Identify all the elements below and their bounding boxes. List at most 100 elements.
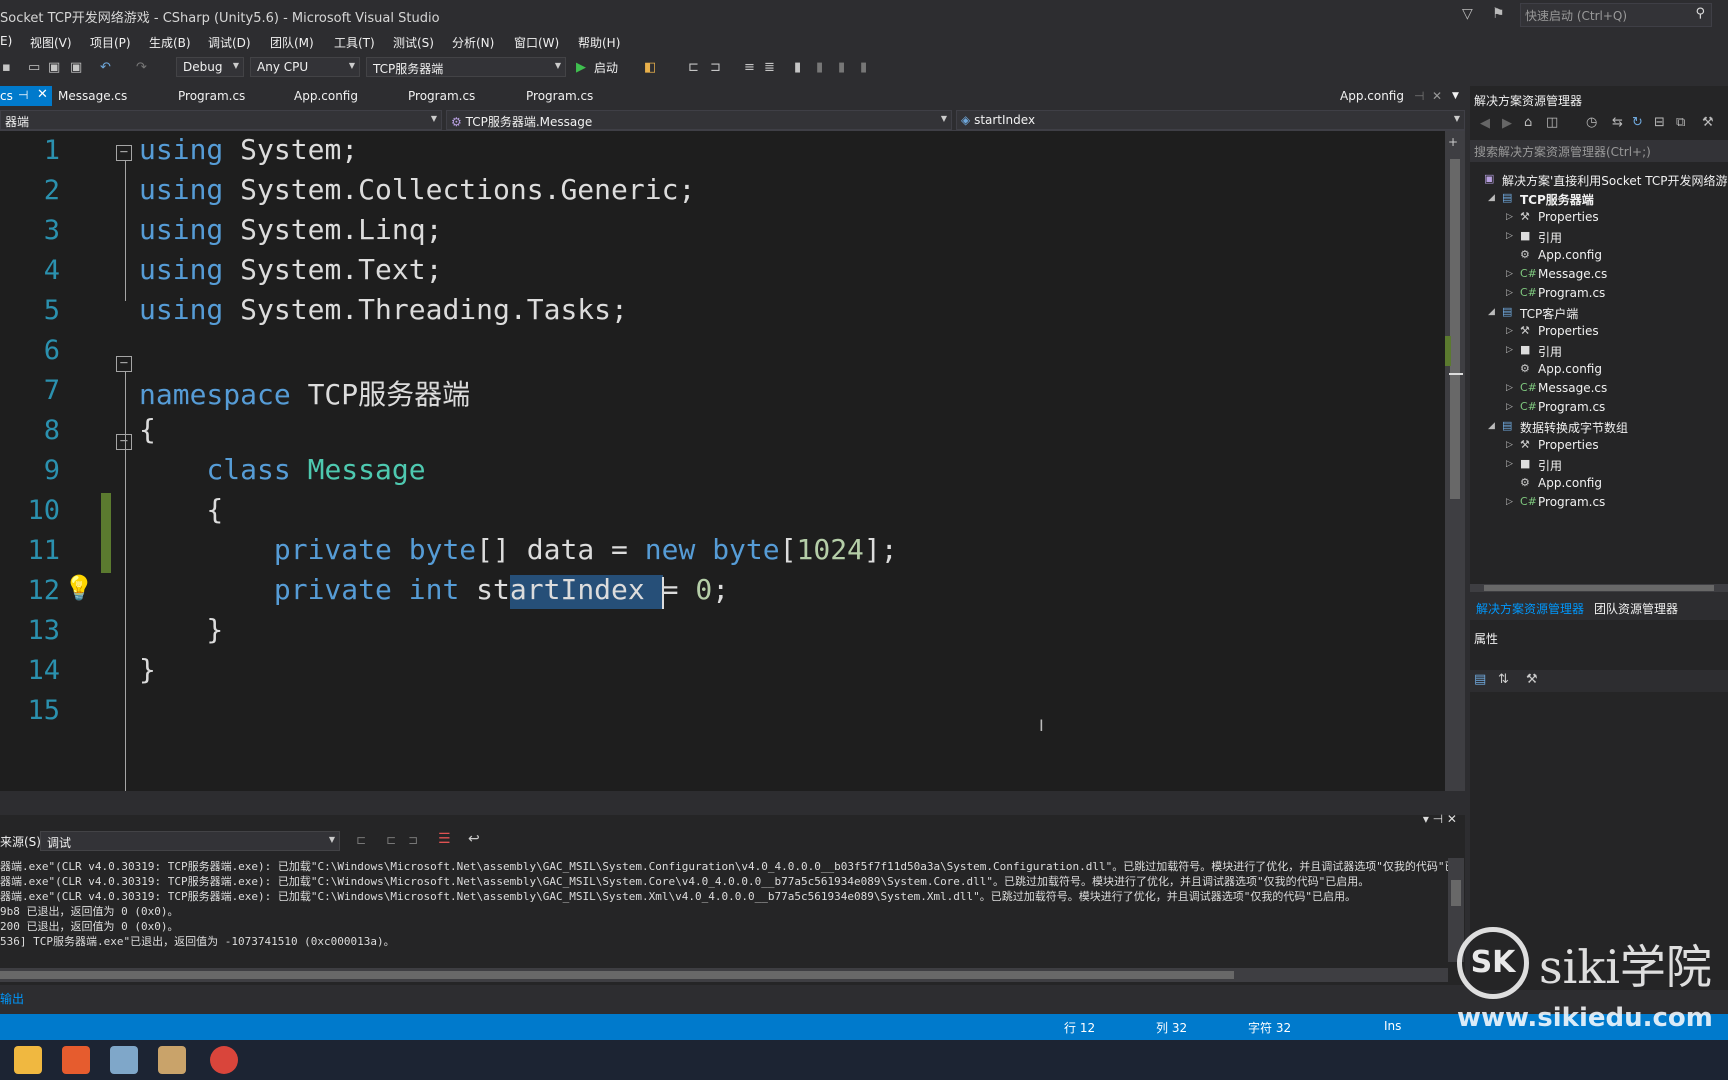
menu-team[interactable]: 团队(M)	[270, 34, 314, 51]
tree-item[interactable]: ▷ C# Program.cs	[1470, 493, 1728, 512]
switch-views-icon[interactable]: ◫	[1546, 115, 1558, 130]
open-file-icon[interactable]: ▭	[28, 60, 40, 75]
code-line[interactable]: {	[139, 493, 223, 526]
tree-item[interactable]: ▷ ■ 引用	[1470, 455, 1728, 474]
tab-program-cs-3[interactable]: Program.cs	[526, 89, 593, 103]
close-icon[interactable]: ✕	[1432, 89, 1442, 103]
categorized-icon[interactable]: ▤	[1474, 672, 1486, 687]
scrollbar-thumb[interactable]	[1484, 585, 1714, 591]
step-icon[interactable]: ⊏	[688, 60, 699, 75]
prev-bookmark-icon[interactable]: ▮	[816, 60, 823, 75]
code-line[interactable]: }	[139, 613, 223, 646]
tree-item[interactable]: ▷ ■ 引用	[1470, 227, 1728, 246]
type-nav-dropdown[interactable]: ⚙ TCP服务器端.Message ▼	[446, 110, 952, 130]
uncomment-icon[interactable]: ≣	[764, 60, 775, 75]
clear-bookmark-icon[interactable]: ▮	[860, 60, 867, 75]
start-button-label[interactable]: 启动	[594, 59, 618, 76]
tab-program-cs[interactable]: Program.cs	[178, 89, 245, 103]
tab-team-explorer[interactable]: 团队资源管理器	[1594, 600, 1678, 617]
collapsed-icon[interactable]: ▷	[1506, 459, 1513, 469]
code-line[interactable]: {	[139, 413, 156, 446]
code-line[interactable]: private int startIndex = 0;	[139, 573, 729, 606]
tree-project[interactable]: ◢ ▤ 数据转换成字节数组	[1470, 417, 1728, 436]
solution-search-input[interactable]: 搜索解决方案资源管理器(Ctrl+;)	[1470, 140, 1728, 162]
prev-message-icon[interactable]: ⊏	[386, 833, 396, 847]
undo-icon[interactable]: ↶	[100, 60, 111, 75]
save-all-icon[interactable]: ▣	[70, 60, 82, 75]
property-pages-icon[interactable]: ⚒	[1526, 672, 1538, 687]
paint-icon[interactable]	[158, 1046, 186, 1074]
word-wrap-icon[interactable]: ↩	[468, 831, 480, 847]
code-editor[interactable]: 1 using System; 2 using System.Collections.…	[0, 131, 1445, 791]
tab-app-config-right[interactable]: App.config	[1340, 89, 1404, 103]
menu-analyze[interactable]: 分析(N)	[452, 34, 494, 51]
tree-item[interactable]: ▷ C# Message.cs	[1470, 265, 1728, 284]
tab-program-cs-2[interactable]: Program.cs	[408, 89, 475, 103]
menu-view[interactable]: 视图(V)	[30, 34, 72, 51]
fold-toggle-class[interactable]: −	[116, 434, 132, 450]
code-line[interactable]: using System.Text;	[139, 253, 442, 286]
expanded-icon[interactable]: ◢	[1488, 421, 1495, 431]
output-horizontal-scrollbar[interactable]	[0, 968, 1448, 982]
notepad-icon[interactable]	[110, 1046, 138, 1074]
tree-item[interactable]: ▷ ⚒ Properties	[1470, 322, 1728, 341]
code-line[interactable]: using System.Threading.Tasks;	[139, 293, 628, 326]
file-explorer-icon[interactable]	[14, 1046, 42, 1074]
collapsed-icon[interactable]: ▷	[1506, 440, 1513, 450]
filter-icon[interactable]: ▽	[1462, 6, 1473, 22]
tree-item[interactable]: ⚙ App.config	[1470, 360, 1728, 379]
collapsed-icon[interactable]: ▷	[1506, 269, 1513, 279]
code-line[interactable]: private byte[] data = new byte[1024];	[139, 533, 898, 566]
collapsed-icon[interactable]: ▷	[1506, 345, 1513, 355]
project-nav-dropdown[interactable]: 器端 ▼	[0, 110, 442, 130]
tree-horizontal-scrollbar[interactable]	[1470, 584, 1728, 592]
configuration-dropdown[interactable]: Debug ▼	[176, 57, 244, 77]
collapsed-icon[interactable]: ▷	[1506, 383, 1513, 393]
tab-message-cs[interactable]: Message.cs	[58, 89, 127, 103]
new-project-icon[interactable]: ▪	[2, 60, 11, 75]
tree-item[interactable]: ▷ ■ 引用	[1470, 341, 1728, 360]
collapsed-icon[interactable]: ▷	[1506, 326, 1513, 336]
home-icon[interactable]: ⌂	[1524, 115, 1532, 130]
search-icon[interactable]: ⚲	[1695, 6, 1705, 21]
hex-icon[interactable]: ⊐	[710, 60, 721, 75]
bookmark-icon[interactable]: ▮	[794, 60, 801, 75]
comment-icon[interactable]: ≡	[744, 60, 755, 75]
output-text[interactable]: 器端.exe"(CLR v4.0.30319: TCP服务器端.exe): 已加…	[0, 858, 1448, 962]
start-icon[interactable]: ▶	[576, 60, 586, 75]
sync-icon[interactable]: ⇆	[1612, 115, 1623, 130]
menu-test[interactable]: 测试(S)	[393, 34, 434, 51]
member-nav-dropdown[interactable]: ◈ startIndex ▼	[956, 110, 1465, 130]
collapsed-icon[interactable]: ▷	[1506, 288, 1513, 298]
tree-project[interactable]: ◢ ▤ TCP服务器端	[1470, 189, 1728, 208]
show-all-files-icon[interactable]: ⧉	[1676, 115, 1685, 130]
tab-output[interactable]: 输出	[0, 990, 24, 1007]
editor-vertical-scrollbar[interactable]: +	[1445, 131, 1465, 791]
startup-project-dropdown[interactable]: TCP服务器端 ▼	[366, 57, 566, 77]
collapse-all-icon[interactable]: ⊟	[1654, 115, 1665, 130]
code-line[interactable]: class Message	[139, 453, 425, 486]
code-line[interactable]: using System.Collections.Generic;	[139, 173, 695, 206]
code-line[interactable]: using System.Linq;	[139, 213, 442, 246]
status-insert-mode[interactable]: Ins	[1384, 1019, 1401, 1033]
scrollbar-thumb[interactable]	[0, 971, 1234, 979]
code-line[interactable]: using System;	[139, 133, 358, 166]
properties-icon[interactable]: ⚒	[1702, 115, 1714, 130]
tree-solution[interactable]: ▣ 解决方案'直接利用Socket TCP开发网络游	[1470, 170, 1728, 189]
menu-debug[interactable]: 调试(D)	[208, 34, 251, 51]
fold-toggle-namespace[interactable]: −	[116, 356, 132, 372]
platform-dropdown[interactable]: Any CPU ▼	[250, 57, 360, 77]
tree-item[interactable]: ▷ C# Program.cs	[1470, 398, 1728, 417]
menu-window[interactable]: 窗口(W)	[514, 34, 559, 51]
tree-item[interactable]: ▷ C# Program.cs	[1470, 284, 1728, 303]
menu-build[interactable]: 生成(B)	[149, 34, 191, 51]
back-icon[interactable]: ◀	[1480, 116, 1490, 131]
tree-item[interactable]: ▷ C# Message.cs	[1470, 379, 1728, 398]
clear-all-icon[interactable]: ☰	[438, 831, 451, 847]
close-icon[interactable]: ✕	[37, 87, 48, 102]
panel-controls[interactable]: ▾ ⊣ ✕	[1423, 812, 1457, 826]
collapsed-icon[interactable]: ▷	[1506, 231, 1513, 241]
refresh-icon[interactable]: ↻	[1632, 115, 1643, 130]
output-source-dropdown[interactable]: 调试 ▼	[40, 831, 340, 851]
presentation-app-icon[interactable]	[62, 1046, 90, 1074]
